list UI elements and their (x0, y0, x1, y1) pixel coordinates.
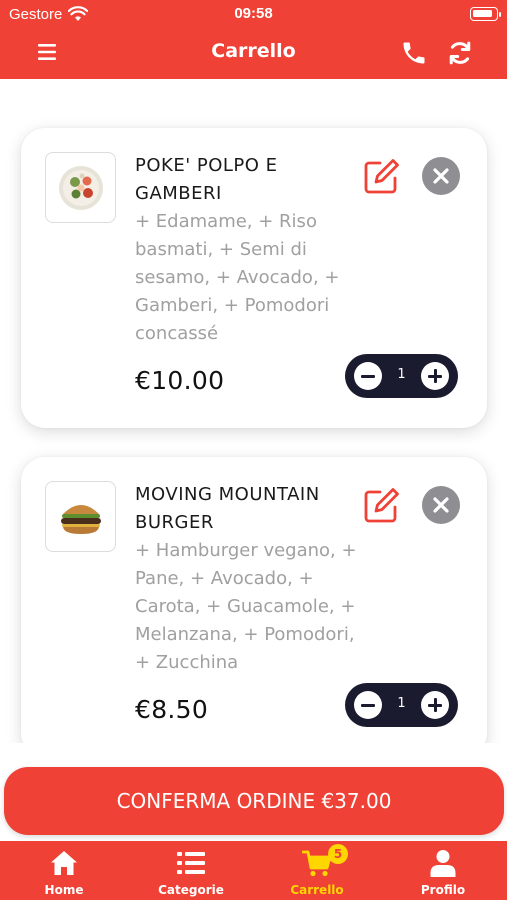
confirm-order-button[interactable]: CONFERMA ORDINE €37.00 (4, 767, 504, 835)
phone-icon[interactable] (400, 39, 428, 67)
cart-count-badge: 5 (328, 844, 348, 864)
burger-picture (60, 504, 101, 534)
cart-list[interactable]: POKE' POLPO E GAMBERI + Edamame, + Riso … (0, 79, 507, 743)
nav-label: Profilo (420, 883, 466, 897)
nav-item-carrello[interactable]: 5 Carrello (267, 841, 367, 900)
nav-label: Categorie (158, 883, 224, 897)
status-time: 09:58 (234, 5, 273, 22)
item-description: + Edamame, + Riso basmati, + Semi di ses… (135, 211, 340, 344)
nav-item-profilo[interactable]: Profilo (393, 841, 493, 900)
user-icon (430, 850, 456, 877)
close-icon (433, 497, 449, 513)
poke-bowl-image (45, 152, 116, 223)
edit-icon[interactable] (362, 485, 402, 525)
battery-icon (470, 7, 501, 21)
header-bar: Gestore 09:58 Carrello (0, 0, 507, 79)
close-icon (433, 168, 449, 184)
list-icon (177, 852, 205, 874)
quantity-stepper: 1 (345, 683, 458, 727)
item-price: €8.50 (135, 695, 209, 724)
page-title: Carrello (211, 40, 296, 62)
nav-item-home[interactable]: Home (14, 841, 114, 900)
home-icon (51, 851, 77, 875)
remove-item-button[interactable] (422, 157, 460, 195)
bottom-nav: Home Categorie 5 Carrello Profilo (0, 841, 507, 900)
cart-item: MOVING MOUNTAIN BURGER + Hamburger vegan… (21, 457, 487, 743)
quantity-stepper: 1 (345, 354, 458, 398)
increase-quantity-button[interactable] (421, 691, 449, 719)
poke-bowl-picture (58, 165, 103, 210)
item-price: €10.00 (135, 366, 225, 395)
quantity-value: 1 (397, 696, 406, 711)
quantity-value: 1 (397, 367, 406, 382)
nav-label: Carrello (290, 883, 344, 897)
nav-label: Home (44, 883, 84, 897)
cart-item: POKE' POLPO E GAMBERI + Edamame, + Riso … (21, 128, 487, 428)
item-name: MOVING MOUNTAIN BURGER (135, 484, 320, 533)
item-description: + Hamburger vegano, + Pane, + Avocado, +… (135, 540, 357, 673)
nav-item-categorie[interactable]: Categorie (141, 841, 241, 900)
status-bar: Gestore 09:58 (0, 0, 507, 28)
remove-item-button[interactable] (422, 486, 460, 524)
edit-icon[interactable] (362, 156, 402, 196)
item-name: POKE' POLPO E GAMBERI (135, 155, 278, 204)
increase-quantity-button[interactable] (421, 362, 449, 390)
refresh-icon[interactable] (446, 39, 474, 67)
burger-image (45, 481, 116, 552)
decrease-quantity-button[interactable] (354, 691, 382, 719)
decrease-quantity-button[interactable] (354, 362, 382, 390)
battery-level (473, 10, 492, 17)
